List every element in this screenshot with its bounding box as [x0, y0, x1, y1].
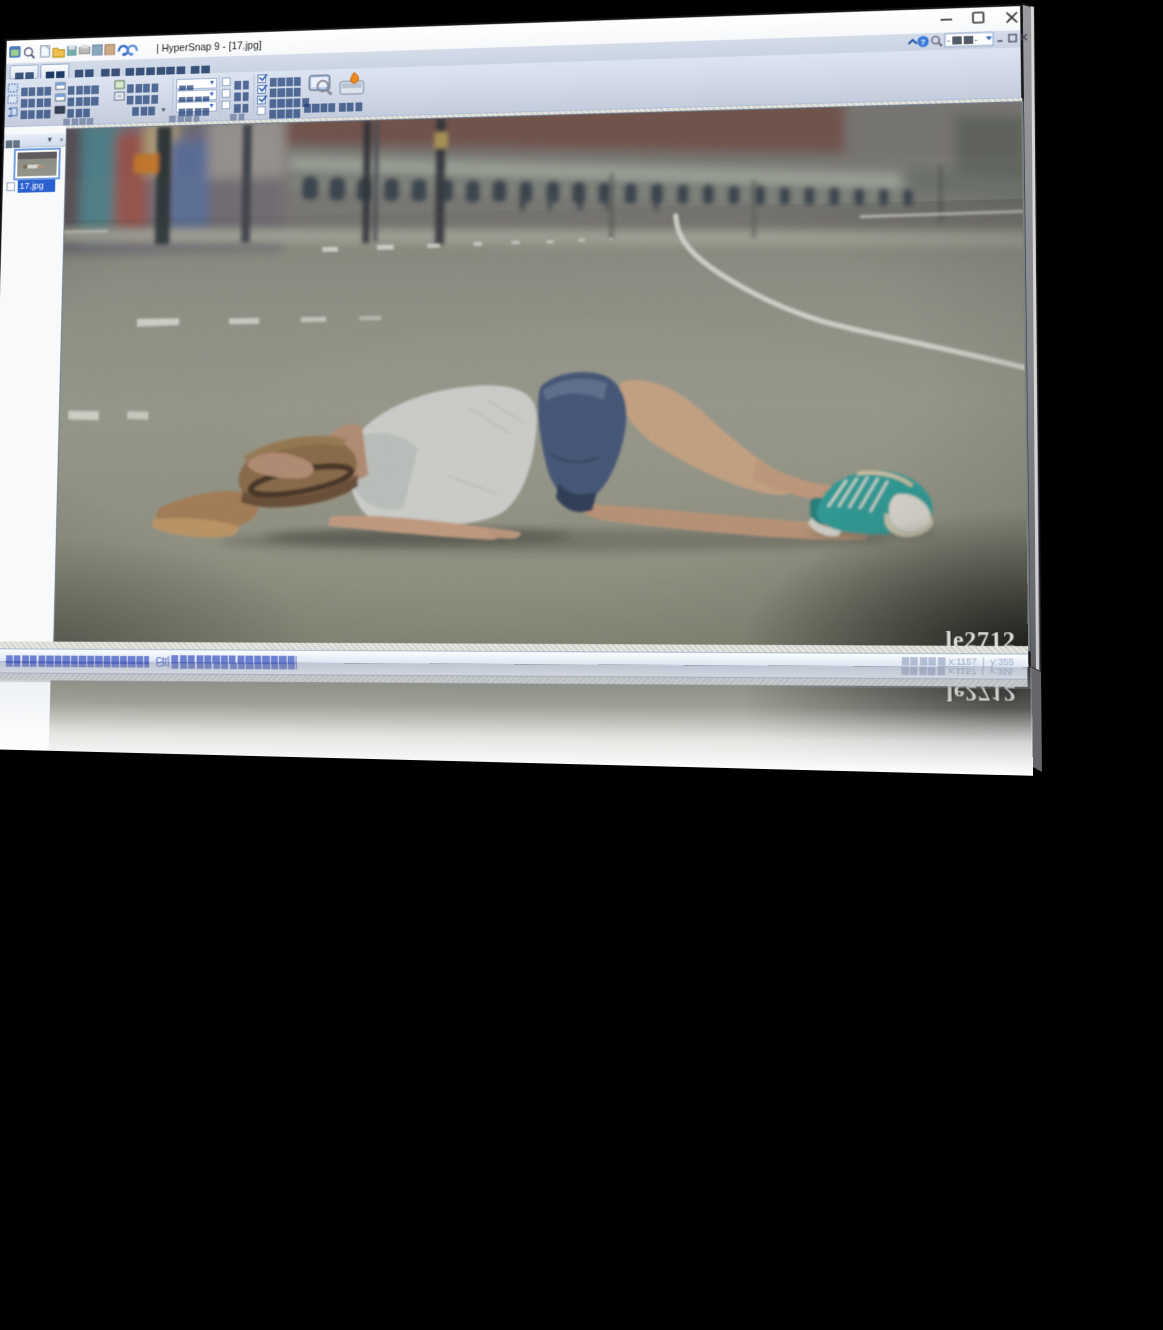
svg-text:-: -	[947, 35, 950, 46]
svg-text:?: ?	[921, 37, 927, 47]
svg-text:-: -	[974, 34, 977, 45]
